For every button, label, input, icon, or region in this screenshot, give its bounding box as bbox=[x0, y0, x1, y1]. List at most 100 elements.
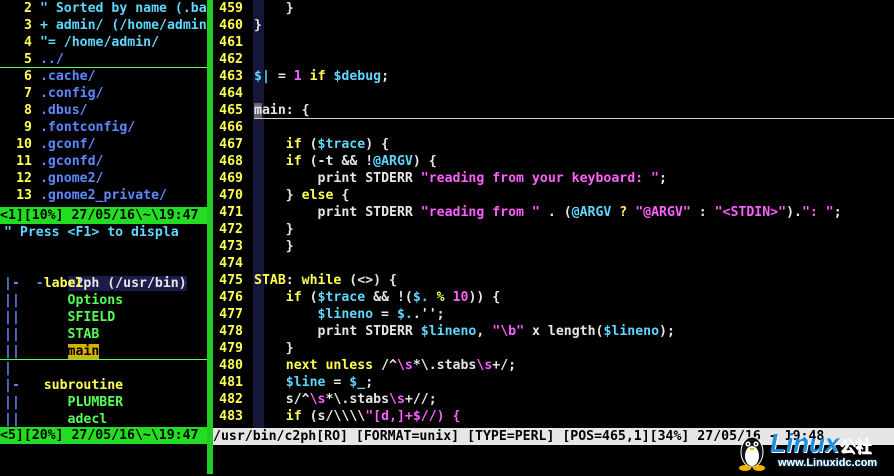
fold-marker: |- bbox=[4, 378, 20, 393]
code-text: s/^\s*\.stabs\s+//; bbox=[285, 392, 437, 407]
line-number: 459 bbox=[219, 1, 243, 16]
code-line[interactable]: 472 } bbox=[213, 221, 894, 238]
explorer-entry[interactable]: 10 .gconf/ bbox=[0, 136, 207, 153]
line-number: 464 bbox=[219, 86, 243, 101]
line-number: 475 bbox=[219, 273, 243, 288]
line-number: 479 bbox=[219, 341, 243, 356]
explorer-header-line: 3 + admin/ (/home/admin bbox=[0, 17, 207, 34]
explorer-entry[interactable]: 13 .gnome2_private/ bbox=[0, 187, 207, 204]
line-number: 481 bbox=[219, 375, 243, 390]
tag-name: STAB bbox=[67, 327, 100, 342]
line-number: 462 bbox=[219, 52, 243, 67]
taglist-item[interactable]: || main bbox=[0, 343, 207, 360]
code-line[interactable]: 469 print STDERR "reading from your keyb… bbox=[213, 170, 894, 187]
tag-name: PLUMBER bbox=[67, 395, 124, 410]
explorer-header-line: 4 "= /home/admin/ bbox=[0, 34, 207, 51]
line-number: 460 bbox=[219, 18, 243, 33]
code-line[interactable]: 479 } bbox=[213, 340, 894, 357]
line-number: 472 bbox=[219, 222, 243, 237]
line-number: 483 bbox=[219, 409, 243, 424]
taglist-item[interactable]: || PLUMBER bbox=[0, 394, 207, 411]
explorer-entry[interactable]: 11 .gconfd/ bbox=[0, 153, 207, 170]
code-text: if (s/\\\\"[d,]+$//) { bbox=[285, 409, 461, 424]
directory-name: ../ bbox=[39, 52, 64, 67]
line-number: 473 bbox=[219, 239, 243, 254]
code-text: $| = 1 if $debug; bbox=[254, 69, 390, 84]
taglist-help: " Press <F1> to displa bbox=[4, 225, 179, 240]
code-line[interactable]: 482 s/^\s*\.stabs\s+//; bbox=[213, 391, 894, 408]
directory-name: .dbus/ bbox=[39, 103, 88, 118]
taglist-item[interactable]: || adecl bbox=[0, 411, 207, 428]
taglist-status-line: <5][20%] 27/05/16\~\19:47 bbox=[0, 427, 207, 444]
line-number: 471 bbox=[219, 205, 243, 220]
code-line[interactable]: 459 } bbox=[213, 0, 894, 17]
fold-bars: || bbox=[4, 327, 20, 342]
code-line[interactable]: 480 next unless /^\s*\.stabs\s+/; bbox=[213, 357, 894, 374]
line-number: 12 bbox=[16, 171, 32, 186]
fold-bars: || bbox=[4, 412, 20, 427]
code-line[interactable]: 478 print STDERR $lineno, "\b" x length(… bbox=[213, 323, 894, 340]
code-text: print STDERR "reading from your keyboard… bbox=[317, 171, 667, 186]
code-text: } bbox=[254, 18, 262, 33]
tag-name: main bbox=[67, 344, 100, 359]
explorer-entry[interactable]: 5 ../ bbox=[0, 51, 207, 68]
code-text: main: { bbox=[254, 103, 310, 118]
code-line[interactable]: 470 } else { bbox=[213, 187, 894, 204]
taglist-file-title[interactable]: - c2ph (/usr/bin) bbox=[0, 258, 207, 291]
code-line[interactable]: 462 bbox=[213, 51, 894, 68]
code-text: } bbox=[254, 222, 294, 237]
code-line[interactable]: 464 bbox=[213, 85, 894, 102]
code-editor-pane[interactable]: 459 } 460} 461 462 463 $| = 1 if $debug; 464 46… bbox=[213, 0, 894, 474]
code-line[interactable]: 467 if ($trace) { bbox=[213, 136, 894, 153]
code-line[interactable]: 471 print STDERR "reading from " . (@ARG… bbox=[213, 204, 894, 221]
code-text: print STDERR $lineno, "\b" x length($lin… bbox=[317, 324, 675, 339]
code-line[interactable]: 466 bbox=[213, 119, 894, 136]
line-number: 7 bbox=[24, 86, 32, 101]
explorer-entry[interactable]: 6 .cache/ bbox=[0, 68, 207, 85]
directory-name: .gconf/ bbox=[39, 137, 96, 152]
code-line[interactable]: 463 $| = 1 if $debug; bbox=[213, 68, 894, 85]
code-text: if ($trace && !($. % 10)) { bbox=[285, 290, 501, 305]
code-line[interactable]: 476 if ($trace && !($. % 10)) { bbox=[213, 289, 894, 306]
code-line[interactable]: 475 STAB: while (<>) { bbox=[213, 272, 894, 289]
taglist-item[interactable]: || STAB bbox=[0, 326, 207, 343]
code-line[interactable]: 483 if (s/\\\\"[d,]+$//) { bbox=[213, 408, 894, 425]
taglist-item[interactable]: || Options bbox=[0, 292, 207, 309]
explorer-entry[interactable]: 9 .fontconfig/ bbox=[0, 119, 207, 136]
fold-bars: || bbox=[4, 344, 20, 359]
code-line[interactable]: 474 bbox=[213, 255, 894, 272]
line-number: 2 bbox=[24, 1, 32, 16]
taglist-pane[interactable]: " Press <F1> to displa - c2ph (/usr/bin)… bbox=[0, 224, 207, 474]
explorer-entry[interactable]: 12 .gnome2/ bbox=[0, 170, 207, 187]
code-line[interactable]: 460} bbox=[213, 17, 894, 34]
watermark-brand: Linux公社 bbox=[770, 428, 872, 458]
fold-bars: || bbox=[4, 310, 20, 325]
line-number: 9 bbox=[24, 120, 32, 135]
linuxidc-watermark: Linux公社 www.Linuxidc.com bbox=[730, 426, 890, 472]
line-number: 6 bbox=[24, 69, 32, 84]
code-text: next unless /^\s*\.stabs\s+/; bbox=[285, 358, 517, 373]
taglist-item[interactable]: || SFIELD bbox=[0, 309, 207, 326]
code-line[interactable]: 477 $lineno = $..''; bbox=[213, 306, 894, 323]
code-line[interactable]: 465 main: { bbox=[213, 102, 894, 119]
file-explorer-status-line: <1][10%] 27/05/16\~\19:47 bbox=[0, 207, 207, 224]
watermark-url: www.Linuxidc.com bbox=[778, 457, 878, 469]
tag-name: adecl bbox=[67, 412, 108, 427]
code-line[interactable]: 468 if (-t && !@ARGV) { bbox=[213, 153, 894, 170]
code-line[interactable]: 481 $line = $_; bbox=[213, 374, 894, 391]
explorer-entry[interactable]: 7 .config/ bbox=[0, 85, 207, 102]
code-text: } else { bbox=[254, 188, 350, 203]
directory-name: .gnome2/ bbox=[39, 171, 104, 186]
line-number: 461 bbox=[219, 35, 243, 50]
taglist-group-label[interactable]: |- label bbox=[0, 275, 207, 292]
explorer-banner-text: " Sorted by name (.ba bbox=[39, 1, 207, 16]
code-line[interactable]: 473 } bbox=[213, 238, 894, 255]
line-number: 467 bbox=[219, 137, 243, 152]
taglist-group-subroutine[interactable]: |- subroutine bbox=[0, 377, 207, 394]
line-number: 468 bbox=[219, 154, 243, 169]
line-number: 465 bbox=[219, 103, 243, 118]
text-cursor: m bbox=[254, 103, 262, 118]
code-line[interactable]: 461 bbox=[213, 34, 894, 51]
file-explorer-pane[interactable]: 2 " Sorted by name (.ba 3 + admin/ (/home… bbox=[0, 0, 207, 225]
explorer-entry[interactable]: 8 .dbus/ bbox=[0, 102, 207, 119]
